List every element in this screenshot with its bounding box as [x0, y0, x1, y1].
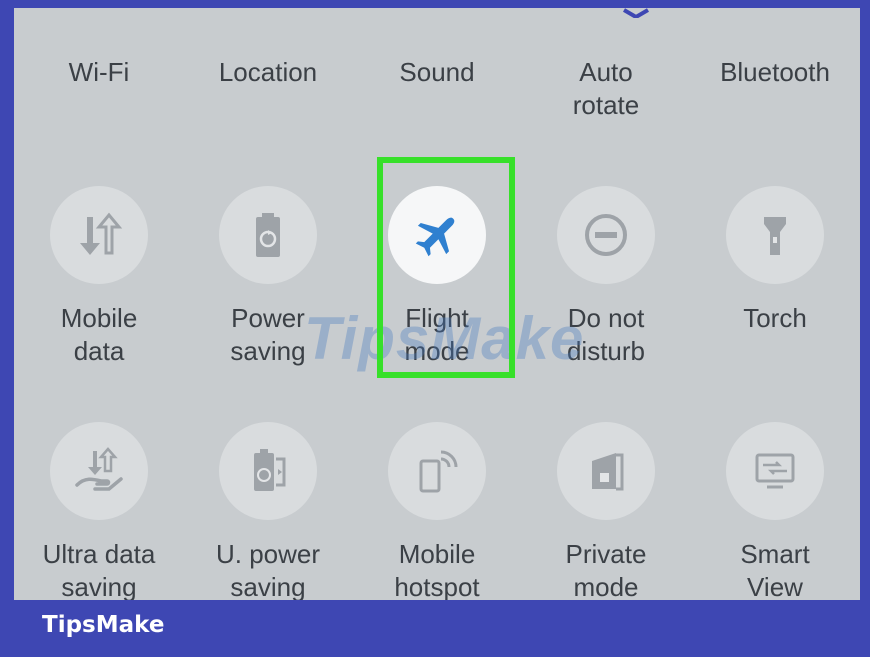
- battery-recycle-icon: [256, 213, 280, 257]
- do-not-disturb-icon: [585, 214, 627, 256]
- tile-bluetooth[interactable]: Bluetooth: [690, 56, 860, 89]
- tile-mobile-data[interactable]: Mobile data: [14, 186, 184, 368]
- tile-u-power-saving[interactable]: U. power saving: [183, 422, 353, 600]
- drag-handle-icon: [622, 8, 650, 18]
- tile-label: Power saving: [230, 303, 306, 366]
- tile-label: Wi-Fi: [68, 57, 130, 87]
- tile-label: Smart View: [740, 539, 810, 600]
- tile-label: Location: [218, 57, 318, 87]
- tile-icon-circle: [726, 422, 824, 520]
- tile-smart-view[interactable]: Smart View: [690, 422, 860, 600]
- tile-icon-circle: [50, 422, 148, 520]
- tile-mobile-hotspot[interactable]: Mobile hotspot: [352, 422, 522, 600]
- tile-icon-circle: [219, 186, 317, 284]
- tile-label: Mobile hotspot: [394, 539, 480, 600]
- brand-logo-text: TipsMake: [42, 612, 165, 638]
- tile-wifi[interactable]: Wi-Fi: [14, 56, 184, 89]
- tile-private-mode[interactable]: Private mode: [521, 422, 691, 600]
- flight-mode-highlight-box: [377, 157, 515, 378]
- tile-label: Auto rotate: [572, 57, 640, 120]
- smart-view-icon: [755, 453, 795, 489]
- ultra-data-saving-icon: [75, 447, 123, 491]
- tile-icon-circle: [219, 422, 317, 520]
- tile-location[interactable]: Location: [183, 56, 353, 89]
- tile-icon-circle: [557, 186, 655, 284]
- tile-icon-circle: [388, 422, 486, 520]
- tile-label: Private mode: [565, 539, 647, 600]
- tile-icon-circle: [726, 186, 824, 284]
- private-mode-icon: [592, 453, 624, 491]
- tile-label: Ultra data saving: [42, 539, 156, 600]
- tile-sound[interactable]: Sound: [352, 56, 522, 89]
- tile-label: U. power saving: [215, 539, 321, 600]
- tile-label: Bluetooth: [720, 57, 830, 87]
- mobile-data-icon: [80, 212, 123, 255]
- tile-icon-circle: [50, 186, 148, 284]
- tile-auto-rotate[interactable]: Auto rotate: [521, 56, 691, 122]
- tile-label: Mobile data: [60, 303, 138, 366]
- tile-torch[interactable]: Torch: [690, 186, 860, 335]
- hotspot-icon: [419, 450, 458, 493]
- tile-label: Torch: [743, 303, 807, 333]
- brand-bar: TipsMake: [0, 600, 870, 657]
- tile-ultra-data-saving[interactable]: Ultra data saving: [14, 422, 184, 600]
- torch-icon: [764, 217, 786, 255]
- ultra-power-saving-icon: [254, 449, 286, 491]
- tile-icon-circle: [557, 422, 655, 520]
- tile-label: Sound: [399, 57, 475, 87]
